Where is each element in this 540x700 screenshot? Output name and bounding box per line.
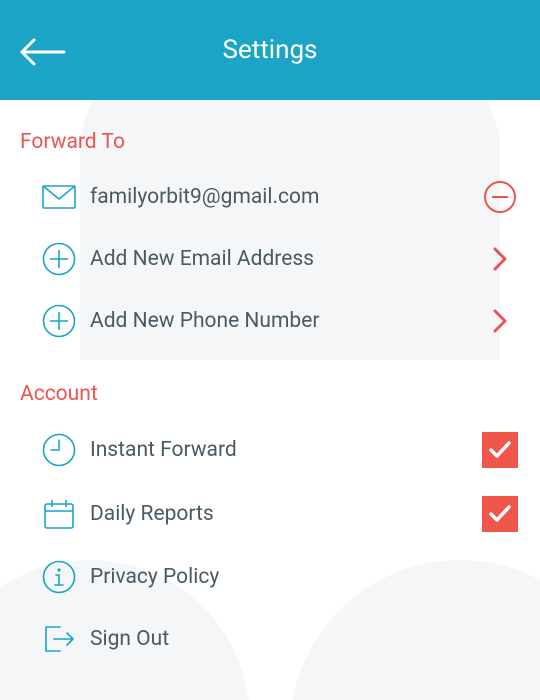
privacy-policy-row[interactable]: Privacy Policy	[0, 546, 540, 608]
header: Settings	[0, 0, 540, 100]
chevron-right-icon	[480, 309, 520, 333]
privacy-policy-label: Privacy Policy	[90, 565, 480, 589]
add-email-row[interactable]: Add New Email Address	[0, 228, 540, 290]
daily-reports-label: Daily Reports	[90, 502, 480, 526]
back-button[interactable]	[20, 38, 66, 70]
envelope-icon	[42, 180, 76, 214]
instant-forward-row: Instant Forward	[0, 418, 540, 482]
forward-email-row: familyorbit9@gmail.com	[0, 166, 540, 228]
checkmark-icon	[488, 504, 512, 524]
instant-forward-label: Instant Forward	[90, 438, 480, 462]
sign-out-row[interactable]: Sign Out	[0, 608, 540, 670]
add-phone-row[interactable]: Add New Phone Number	[0, 290, 540, 352]
add-phone-label: Add New Phone Number	[90, 309, 480, 333]
add-email-label: Add New Email Address	[90, 247, 480, 271]
daily-reports-checkbox[interactable]	[482, 496, 518, 532]
instant-forward-checkbox[interactable]	[482, 432, 518, 468]
sign-out-label: Sign Out	[90, 627, 480, 651]
sign-out-icon	[42, 622, 76, 656]
section-header-account: Account	[0, 352, 540, 418]
info-icon	[42, 560, 76, 594]
plus-circle-icon	[42, 304, 76, 338]
back-arrow-icon	[20, 38, 66, 66]
checkmark-icon	[488, 440, 512, 460]
clock-icon	[42, 433, 76, 467]
page-title: Settings	[0, 35, 540, 65]
remove-email-button[interactable]	[480, 181, 520, 213]
forward-email-label: familyorbit9@gmail.com	[90, 185, 480, 209]
plus-circle-icon	[42, 242, 76, 276]
chevron-right-icon	[480, 247, 520, 271]
minus-circle-icon	[484, 181, 516, 213]
calendar-icon	[42, 497, 76, 531]
section-header-forward-to: Forward To	[0, 100, 540, 166]
daily-reports-row: Daily Reports	[0, 482, 540, 546]
